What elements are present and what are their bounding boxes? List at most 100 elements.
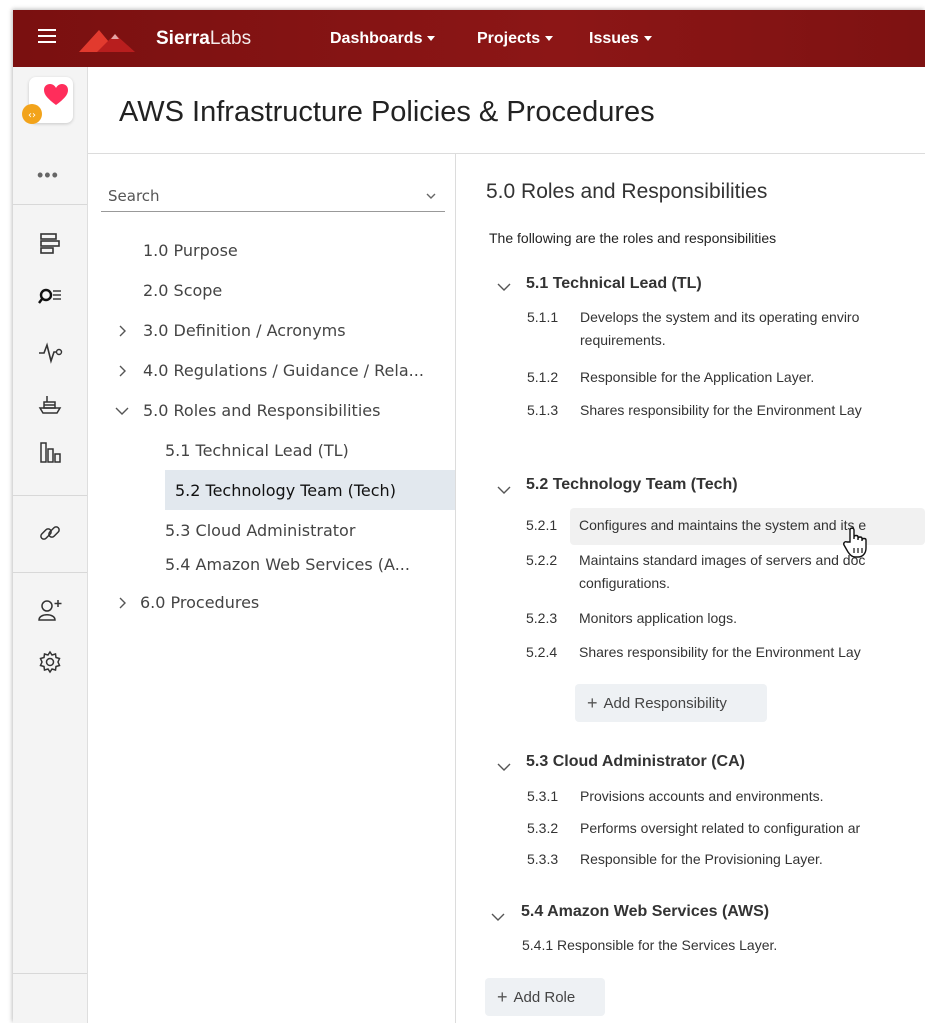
icon-sidebar: ‹› ••• — [13, 67, 88, 1023]
brand-name[interactable]: SierraLabs — [156, 28, 251, 50]
nav-dashboards[interactable]: Dashboards — [330, 30, 436, 48]
divider — [88, 153, 925, 154]
role-heading-technology-team[interactable]: 5.2 Technology Team (Tech) — [526, 476, 738, 494]
responsibility-item[interactable]: 5.2.1 Configures and maintains the system… — [526, 517, 866, 533]
section-intro: The following are the roles and responsi… — [489, 230, 777, 246]
role-heading-technical-lead[interactable]: 5.1 Technical Lead (TL) — [526, 275, 702, 293]
responsibility-item[interactable]: 5.1.3 Shares responsibility for the Envir… — [527, 402, 862, 418]
add-responsibility-label: Add Responsibility — [603, 694, 727, 712]
add-role-label: Add Role — [513, 988, 576, 1006]
responsibility-text: Shares responsibility for the Environmen… — [579, 644, 861, 660]
responsibility-text-continued: configurations. — [579, 575, 671, 591]
brand-bold: Sierra — [156, 28, 210, 49]
toc-item-purpose[interactable]: 1.0 Purpose — [143, 241, 238, 260]
chevron-down-icon[interactable] — [425, 191, 437, 201]
responsibility-item[interactable]: 5.2.4 Shares responsibility for the Envir… — [526, 644, 861, 660]
responsibility-number: 5.1.1 — [527, 309, 559, 325]
nav-projects-label: Projects — [477, 30, 541, 47]
search-list-icon[interactable] — [37, 284, 63, 310]
chevron-down-icon[interactable] — [491, 912, 505, 922]
app-window: SierraLabs Dashboards Projects Issues ‹›… — [13, 10, 925, 1023]
menu-icon[interactable] — [38, 29, 56, 43]
activity-icon[interactable] — [37, 339, 63, 365]
responsibility-number: 5.4.1 — [522, 937, 554, 953]
responsibility-text: Responsible for the Provisioning Layer. — [580, 851, 823, 867]
responsibility-text: Responsible for the Application Layer. — [580, 369, 815, 385]
outline-search[interactable] — [101, 184, 445, 212]
add-user-icon[interactable] — [37, 597, 63, 623]
toc-item-cloud-admin[interactable]: 5.3 Cloud Administrator — [165, 521, 355, 540]
responsibility-number: 5.2.1 — [526, 517, 558, 533]
responsibility-text: Develops the system and its operating en… — [580, 309, 860, 325]
heart-icon — [44, 84, 68, 105]
bar-chart-icon[interactable] — [37, 439, 63, 465]
svg-text:‹›: ‹› — [28, 110, 36, 121]
responsibility-text: Shares responsibility for the Environmen… — [580, 402, 862, 418]
caret-down-icon — [545, 36, 554, 42]
chevron-down-icon[interactable] — [497, 282, 511, 292]
responsibility-text: Provisions accounts and environments. — [580, 788, 824, 804]
add-responsibility-button[interactable]: + Add Responsibility — [575, 684, 767, 722]
responsibility-text: Configures and maintains the system and … — [579, 517, 867, 533]
chevron-down-icon[interactable] — [115, 406, 129, 416]
responsibility-number: 5.1.3 — [527, 402, 559, 418]
toc-item-aws[interactable]: 5.4 Amazon Web Services (A... — [165, 555, 410, 574]
responsibility-text: Maintains standard images of servers and… — [579, 552, 866, 568]
responsibility-number: 5.1.2 — [527, 369, 559, 385]
responsibility-item[interactable]: 5.3.2 Performs oversight related to confi… — [527, 820, 860, 836]
page-title: AWS Infrastructure Policies & Procedures — [119, 96, 655, 128]
nav-issues-label: Issues — [589, 30, 639, 47]
nav-issues[interactable]: Issues — [589, 30, 652, 48]
responsibility-text-continued: requirements. — [580, 332, 666, 348]
chevron-right-icon[interactable] — [117, 365, 127, 377]
layout-icon[interactable] — [37, 230, 63, 256]
chevron-down-icon[interactable] — [497, 762, 511, 772]
caret-down-icon — [427, 36, 436, 42]
toc-item-technology-team[interactable]: 5.2 Technology Team (Tech) — [175, 481, 396, 500]
responsibility-item[interactable]: 5.2.3 Monitors application logs. — [526, 610, 737, 626]
responsibility-item[interactable]: 5.4.1 Responsible for the Services Layer… — [522, 937, 777, 953]
responsibility-item[interactable]: 5.3.3 Responsible for the Provisioning La… — [527, 851, 823, 867]
link-icon[interactable] — [37, 520, 63, 546]
search-input[interactable] — [101, 184, 408, 208]
role-heading-aws[interactable]: 5.4 Amazon Web Services (AWS) — [521, 903, 769, 921]
caret-down-icon — [643, 36, 652, 42]
nav-dashboards-label: Dashboards — [330, 30, 423, 47]
responsibility-number: 5.2.4 — [526, 644, 558, 660]
divider — [455, 154, 456, 1023]
add-role-button[interactable]: + Add Role — [485, 978, 605, 1016]
responsibility-number: 5.2.2 — [526, 552, 558, 568]
toc-item-regulations[interactable]: 4.0 Regulations / Guidance / Rela... — [143, 361, 424, 380]
chevron-down-icon[interactable] — [497, 485, 511, 495]
responsibility-number: 5.3.1 — [527, 788, 559, 804]
code-badge-icon: ‹› — [22, 104, 42, 124]
responsibility-text: Responsible for the Services Layer. — [557, 937, 778, 953]
responsibility-number: 5.3.3 — [527, 851, 559, 867]
ship-icon[interactable] — [37, 391, 63, 417]
responsibility-item[interactable]: 5.1.2 Responsible for the Application Lay… — [527, 369, 814, 385]
chevron-right-icon[interactable] — [117, 597, 127, 609]
top-navbar: SierraLabs Dashboards Projects Issues — [13, 10, 925, 67]
sierra-logo-icon[interactable] — [79, 22, 151, 56]
toc-item-definitions[interactable]: 3.0 Definition / Acronyms — [143, 321, 346, 340]
responsibility-item[interactable]: 5.2.2 Maintains standard images of server… — [526, 552, 865, 591]
responsibility-item[interactable]: 5.3.1 Provisions accounts and environment… — [527, 788, 824, 804]
gear-icon[interactable] — [37, 649, 63, 675]
plus-icon: + — [497, 986, 508, 1007]
nav-projects[interactable]: Projects — [477, 30, 554, 48]
responsibility-number: 5.2.3 — [526, 610, 558, 626]
role-heading-cloud-admin[interactable]: 5.3 Cloud Administrator (CA) — [526, 753, 745, 771]
responsibility-text: Monitors application logs. — [579, 610, 737, 626]
chevron-right-icon[interactable] — [117, 325, 127, 337]
responsibility-text: Performs oversight related to configurat… — [580, 820, 861, 836]
toc-item-procedures[interactable]: 6.0 Procedures — [140, 593, 259, 612]
hand-cursor-icon — [843, 527, 867, 558]
more-dots-icon[interactable]: ••• — [37, 165, 59, 186]
responsibility-number: 5.3.2 — [527, 820, 559, 836]
toc-item-scope[interactable]: 2.0 Scope — [143, 281, 222, 300]
toc-item-roles[interactable]: 5.0 Roles and Responsibilities — [143, 401, 380, 420]
responsibility-item[interactable]: 5.1.1 Develops the system and its operati… — [527, 309, 859, 348]
app-tile[interactable]: ‹› — [22, 77, 73, 124]
toc-item-technical-lead[interactable]: 5.1 Technical Lead (TL) — [165, 441, 349, 460]
section-title: 5.0 Roles and Responsibilities — [486, 180, 768, 203]
